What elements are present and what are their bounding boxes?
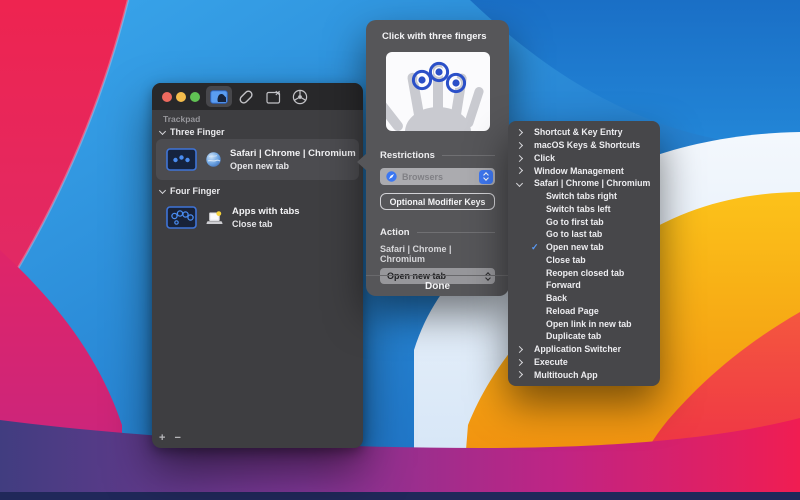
gesture-row-title: Safari | Chrome | Chromium: [230, 148, 356, 160]
group-header-four-finger[interactable]: Four Finger: [160, 186, 220, 196]
remove-gesture-button[interactable]: −: [174, 432, 180, 444]
chevron-right-icon: [516, 154, 523, 161]
restrictions-dropdown-value: Browsers: [402, 172, 479, 182]
checkmark-icon: ✓: [531, 242, 539, 253]
menu-item-safari-chrome-chromium[interactable]: Safari | Chrome | Chromium: [508, 177, 660, 190]
menu-item-close-tab[interactable]: Close tab: [508, 254, 660, 267]
chevron-right-icon: [516, 371, 523, 378]
group-header-three-finger[interactable]: Three Finger: [160, 127, 225, 137]
minimize-traffic-light[interactable]: [176, 92, 186, 102]
action-section-label: Action: [380, 227, 495, 238]
chevron-right-icon: [516, 142, 523, 149]
menu-item-switch-tabs-right[interactable]: Switch tabs right: [508, 190, 660, 203]
optional-modifier-keys-button[interactable]: Optional Modifier Keys: [380, 193, 495, 210]
window-close-icon: [266, 90, 281, 104]
zoom-traffic-light[interactable]: [190, 92, 200, 102]
menu-item-execute[interactable]: Execute: [508, 356, 660, 369]
menu-item-switch-tabs-left[interactable]: Switch tabs left: [508, 203, 660, 216]
toolbar-tab-mouse[interactable]: [233, 86, 259, 107]
multitouch-main-window: Trackpad Three Finger: [152, 83, 363, 448]
gesture-row-title: Apps with tabs: [232, 206, 300, 218]
chevron-right-icon: [516, 346, 523, 353]
trackpad-icon: [210, 90, 228, 104]
chevron-down-icon: [159, 127, 166, 134]
restrictions-section-label: Restrictions: [380, 150, 495, 161]
four-finger-gesture-icon: [166, 206, 197, 229]
menu-item-back[interactable]: Back: [508, 292, 660, 305]
gesture-row-three-finger[interactable]: Safari | Chrome | Chromium Open new tab: [156, 139, 359, 180]
gesture-config-popover: Click with three fingers: [366, 20, 509, 296]
magic-mouse-icon: [238, 89, 254, 105]
browser-globe-icon: [206, 152, 221, 167]
three-finger-hand-icon: [386, 52, 490, 131]
popover-arrow: [357, 153, 367, 171]
toolbar-tab-wheel[interactable]: [287, 86, 313, 107]
menu-item-macos-keys-shortcuts[interactable]: macOS Keys & Shortcuts: [508, 139, 660, 152]
toolbar-tab-window-gestures[interactable]: [260, 86, 286, 107]
close-traffic-light[interactable]: [162, 92, 172, 102]
chevron-right-icon: [516, 358, 523, 365]
apps-with-tabs-icon: [206, 211, 223, 225]
desktop: Trackpad Three Finger: [0, 0, 800, 500]
menu-item-duplicate-tab[interactable]: Duplicate tab: [508, 330, 660, 343]
titlebar[interactable]: [152, 83, 363, 110]
chevron-right-icon: [516, 167, 523, 174]
menu-item-reload-page[interactable]: Reload Page: [508, 305, 660, 318]
menu-item-reopen-closed-tab[interactable]: Reopen closed tab: [508, 266, 660, 279]
action-app-label: Safari | Chrome | Chromium: [380, 244, 495, 264]
done-button[interactable]: Done: [366, 275, 509, 296]
toolbar-tab-trackpad[interactable]: [206, 86, 232, 107]
browsers-category-icon: [386, 171, 397, 182]
gesture-row-subtitle: Close tab: [232, 218, 300, 230]
menu-item-go-to-first-tab[interactable]: Go to first tab: [508, 215, 660, 228]
action-picker-menu: Shortcut & Key Entry macOS Keys & Shortc…: [508, 121, 660, 386]
gesture-preview: [386, 52, 490, 131]
restrictions-dropdown[interactable]: Browsers: [380, 168, 495, 185]
chevron-down-icon: [159, 186, 166, 193]
add-gesture-button[interactable]: +: [159, 432, 165, 444]
three-finger-gesture-icon: [166, 148, 197, 171]
dropdown-stepper-icon: [479, 170, 493, 184]
gesture-row-subtitle: Open new tab: [230, 160, 356, 172]
group-label: Three Finger: [170, 127, 225, 137]
menu-item-window-management[interactable]: Window Management: [508, 164, 660, 177]
menu-item-open-link-in-new-tab[interactable]: Open link in new tab: [508, 317, 660, 330]
menu-item-click[interactable]: Click: [508, 152, 660, 165]
menu-item-go-to-last-tab[interactable]: Go to last tab: [508, 228, 660, 241]
gesture-row-four-finger[interactable]: Apps with tabs Close tab: [156, 197, 359, 238]
menu-item-multitouch-app[interactable]: Multitouch App: [508, 368, 660, 381]
chevron-right-icon: [516, 129, 523, 136]
wheel-icon: [292, 89, 308, 105]
menu-item-application-switcher[interactable]: Application Switcher: [508, 343, 660, 356]
menu-item-shortcut-key-entry[interactable]: Shortcut & Key Entry: [508, 126, 660, 139]
menu-item-forward[interactable]: Forward: [508, 279, 660, 292]
group-label: Four Finger: [170, 186, 220, 196]
menu-item-open-new-tab[interactable]: ✓ Open new tab: [508, 241, 660, 254]
chevron-down-icon: [516, 180, 523, 187]
popover-title: Click with three fingers: [382, 31, 493, 42]
device-label: Trackpad: [163, 114, 200, 124]
